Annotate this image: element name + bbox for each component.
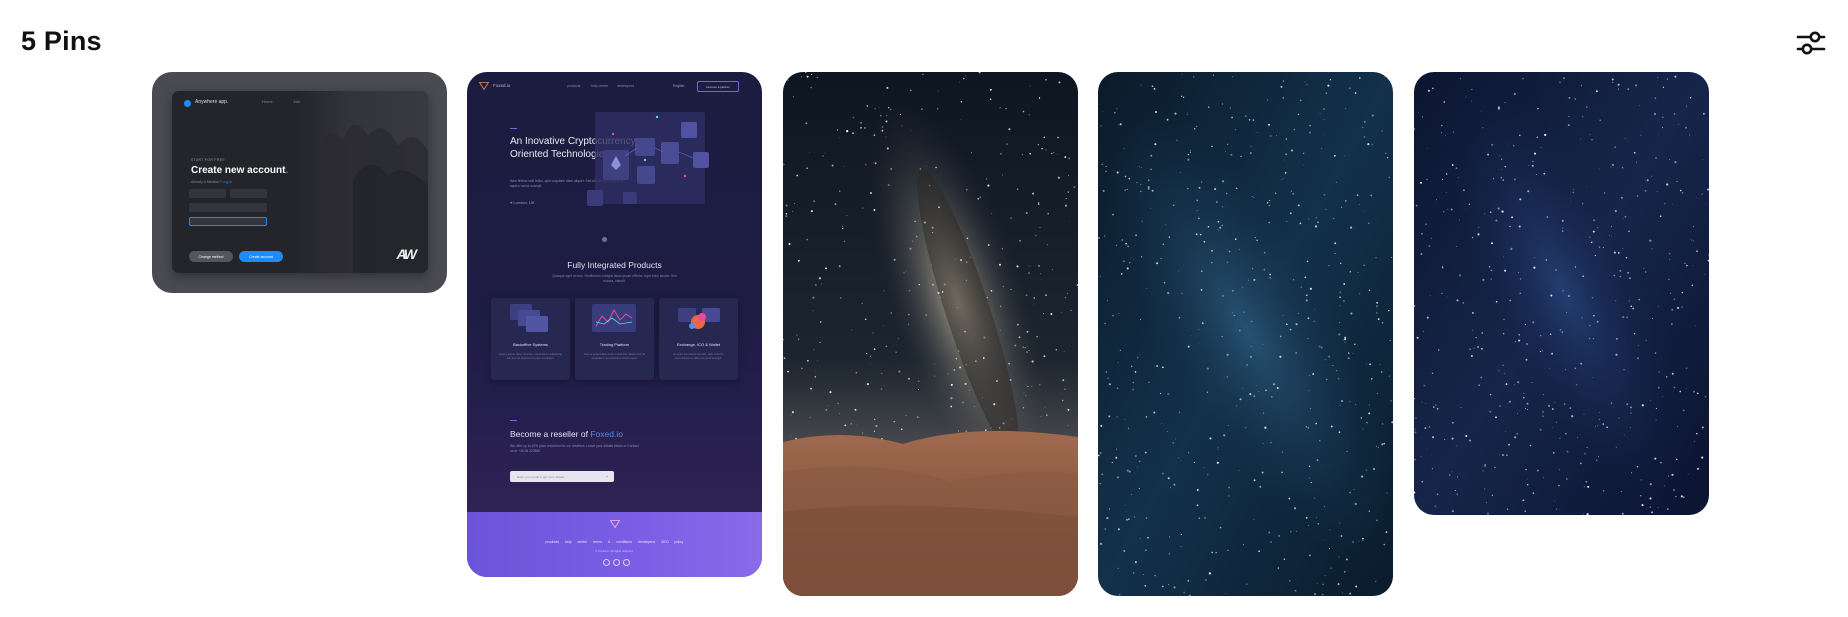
mock-kicker: START FOR FREE — [191, 158, 225, 162]
mock-subtitle-text: Already A Member? — [191, 180, 222, 184]
crypto-email-placeholder: Enter your email to get more details — [517, 474, 565, 479]
mock-first-name-field — [189, 189, 226, 198]
mockup-screen: Anywhere app. Home Join START FOR FREE C… — [172, 91, 428, 273]
mock-subtitle: Already A Member? Log in — [191, 180, 232, 184]
mock-login-link: Log in — [222, 180, 233, 184]
product-card-exchange: Exchange, ICO & Wallet Ut enim ad minima… — [659, 298, 738, 380]
product-card-title: Exchange, ICO & Wallet — [677, 342, 720, 347]
footer-copyright: © Foxed.io. All rights reserved. — [595, 549, 634, 553]
accent-line — [510, 420, 517, 421]
mock-title-dot: . — [285, 165, 289, 176]
filter-button[interactable] — [1794, 26, 1828, 60]
crypto-nav-help: help center — [591, 84, 609, 88]
social-icon — [623, 559, 630, 566]
mock-nav-home: Home — [262, 99, 273, 104]
crypto-products-desc: Quisque eget mi nec. Vestibulum volutpat… — [467, 274, 762, 284]
foxed-logo-icon — [479, 82, 489, 90]
crypto-nav-products: products — [567, 84, 581, 88]
deep-blue-stars-photo — [1414, 72, 1709, 515]
footer-link: products — [545, 540, 559, 544]
product-card-trading: Trading Platform Sed ut perspiciatis und… — [575, 298, 654, 380]
crypto-location: ⌖ London, UK — [510, 200, 535, 205]
footer-link: help center — [564, 540, 588, 544]
starry-sky-photo — [1098, 72, 1393, 596]
crypto-reseller-title-text: Become a reseller of — [510, 429, 588, 439]
crypto-nav-developers: developers — [617, 84, 635, 88]
trading-chart-illustration — [592, 304, 636, 332]
product-card-desc: Lorem ipsum dolor sit amet, consectetur … — [499, 352, 562, 361]
pin-card-account-ui[interactable]: Anywhere app. Home Join START FOR FREE C… — [152, 72, 447, 293]
crypto-products-title: Fully Integrated Products — [567, 260, 662, 270]
exchange-illustration — [678, 308, 720, 329]
crypto-footer: products help center terms & conditions … — [467, 512, 762, 577]
pin-card-crypto-landing[interactable]: Foxed.io products help center developers… — [467, 72, 762, 577]
mock-create-account-button: Create account — [239, 251, 283, 262]
location-pin-icon: ⌖ — [510, 200, 513, 205]
crypto-partner-button: become a partner — [697, 81, 739, 92]
mock-change-method-button: Change method — [189, 251, 233, 262]
crypto-reseller-desc: We offer up to 40% price reduction for o… — [510, 444, 639, 453]
product-card-desc: Ut enim ad minima veniam, quis nostrum e… — [673, 352, 724, 361]
pin-card-deep-blue-stars[interactable] — [1414, 72, 1709, 515]
arrow-right-icon: → — [604, 473, 609, 479]
aw-logo-mark: AW — [396, 246, 417, 262]
crypto-language: English — [673, 84, 685, 88]
pins-count-heading: 5 Pins — [21, 26, 102, 56]
mock-app-name: Anywhere app. — [195, 99, 229, 105]
crypto-brand: Foxed.io — [493, 83, 511, 88]
social-icon — [603, 559, 610, 566]
crypto-reseller-title: Become a reseller of Foxed.io — [510, 429, 623, 439]
mock-password-field — [189, 217, 267, 226]
product-card-desc: Sed ut perspiciatis unde omnis iste natu… — [583, 352, 646, 361]
footer-links: products help center terms & conditions … — [467, 540, 762, 544]
app-logo-icon — [184, 100, 191, 107]
footer-link: terms & conditions — [593, 540, 633, 544]
crypto-email-input: Enter your email to get more details → — [510, 471, 614, 482]
sliders-icon — [1796, 31, 1826, 55]
product-card-title: Backoffice Systems — [513, 342, 548, 347]
product-card-title: Trading Platform — [599, 342, 630, 347]
accent-line — [510, 128, 517, 129]
mock-title: Create new account. — [191, 165, 288, 176]
crypto-reseller-brand: Foxed.io — [590, 429, 623, 439]
footer-link: SEO policy — [661, 540, 684, 544]
footer-logo-icon — [610, 520, 620, 528]
footer-link: developers — [638, 540, 656, 544]
mock-last-name-field — [230, 189, 267, 198]
backoffice-illustration — [510, 304, 548, 332]
milky-way-desert-photo — [783, 72, 1078, 596]
mock-title-text: Create new account — [191, 165, 286, 176]
social-icon — [613, 559, 620, 566]
crypto-products-desc-text: Quisque eget mi nec. Vestibulum volutpat… — [552, 274, 677, 283]
mock-nav-join: Join — [293, 99, 301, 104]
product-card-backoffice: Backoffice Systems Lorem ipsum dolor sit… — [491, 298, 570, 380]
footer-social-icons — [603, 559, 630, 566]
mock-email-field — [189, 203, 267, 212]
pin-card-starry-sky[interactable] — [1098, 72, 1393, 596]
crypto-isometric-illustration — [587, 112, 709, 206]
pin-card-milky-way-desert[interactable] — [783, 72, 1078, 596]
crypto-location-text: London, UK — [513, 200, 535, 205]
slider-dot — [602, 237, 607, 242]
